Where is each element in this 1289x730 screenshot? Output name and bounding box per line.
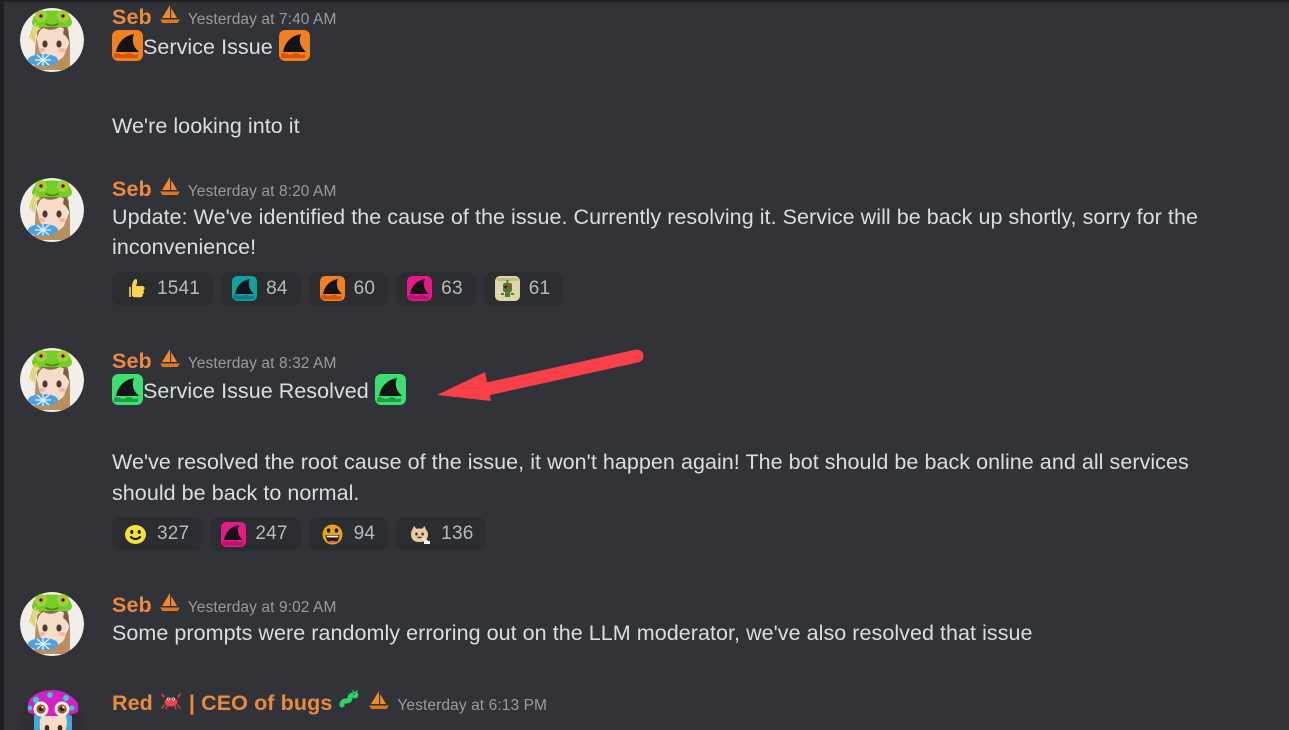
- message-service-resolved: Seb Yesterday at 8:32 AM Service Issue R…: [4, 346, 1289, 412]
- sailboat-icon: [159, 176, 181, 200]
- message-red-ceo-of-bugs: Red | CEO of bugs Yesterday at 6:13 PM: [4, 688, 1289, 730]
- reaction-count: 60: [353, 277, 376, 299]
- message-content: Service Issue Resolved: [112, 373, 1277, 407]
- message-author-suffix: | CEO of bugs: [188, 691, 333, 715]
- slight-smile-icon: [123, 522, 148, 547]
- message-header: Seb Yesterday at 9:02 AM: [112, 592, 1289, 619]
- message-header: Seb Yesterday at 7:40 AM: [112, 4, 1289, 31]
- frog-hat-anime-avatar-icon: [20, 592, 84, 656]
- frog-hat-anime-avatar-icon: [20, 348, 84, 412]
- reaction-shark-fin-teal[interactable]: 84: [221, 271, 301, 306]
- reaction-count: 136: [441, 523, 474, 545]
- message-header: Seb Yesterday at 8:20 AM: [112, 176, 1289, 203]
- message-text: We're looking into it: [112, 114, 300, 138]
- shark-fin-green-emoji: [112, 373, 143, 405]
- sailboat-icon: [159, 4, 181, 28]
- reaction-count: 247: [255, 523, 288, 545]
- message-text: Some prompts were randomly erroring out …: [112, 620, 1033, 645]
- message-content: Service Issue: [112, 29, 1277, 63]
- avatar[interactable]: [20, 8, 84, 72]
- message-timestamp: Yesterday at 9:02 AM: [187, 599, 337, 616]
- shark-fin-teal-icon: [232, 276, 258, 302]
- reaction-count: 327: [157, 523, 190, 545]
- message-timestamp: Yesterday at 8:20 AM: [187, 183, 337, 200]
- message-author[interactable]: Seb: [112, 592, 152, 619]
- thumbs-up-icon: [123, 276, 148, 301]
- message-header: Red | CEO of bugs Yesterday at 6:13 PM: [112, 690, 1289, 717]
- message-text: Service Issue: [143, 34, 273, 59]
- reaction-count: 63: [441, 277, 463, 299]
- reaction-count: 94: [353, 523, 376, 545]
- message-timestamp: Yesterday at 7:40 AM: [187, 11, 337, 28]
- avatar[interactable]: [20, 178, 84, 242]
- avatar[interactable]: [20, 690, 84, 730]
- frog-hat-anime-avatar-icon: [20, 8, 84, 72]
- message-text: Service Issue Resolved: [143, 378, 369, 403]
- message-author[interactable]: Seb: [112, 348, 152, 375]
- reaction-shark-fin-pink[interactable]: 247: [210, 517, 301, 552]
- reaction-shark-fin-orange[interactable]: 60: [308, 271, 389, 306]
- message-author[interactable]: Red: [112, 690, 153, 717]
- bug-icon: [339, 690, 361, 714]
- discord-message-list: Seb Yesterday at 7:40 AM Service Issue W…: [0, 0, 1289, 730]
- reaction-grinning-face[interactable]: 94: [308, 517, 389, 552]
- message-author[interactable]: Seb: [112, 4, 152, 31]
- grinning-face-icon: [320, 522, 345, 547]
- shark-fin-orange-icon: [319, 276, 345, 302]
- message-text: We've resolved the root cause of the iss…: [112, 450, 1189, 505]
- shark-fin-green-emoji: [374, 373, 406, 405]
- shark-fin-pink-icon: [221, 521, 247, 547]
- shark-fin-orange-emoji: [112, 29, 143, 61]
- sailboat-icon: [368, 690, 390, 714]
- sailboat-icon: [159, 348, 181, 372]
- message-update-identified: Seb Yesterday at 8:20 AM Update: We've i…: [4, 174, 1289, 308]
- crab-icon: [160, 690, 182, 714]
- avatar[interactable]: [20, 592, 84, 656]
- blue-hair-jester-hat-avatar-icon: [20, 690, 84, 730]
- reaction-shark-fin-pink[interactable]: 63: [396, 271, 476, 306]
- message-author[interactable]: Seb: [112, 176, 152, 203]
- reaction-count: 61: [528, 277, 551, 299]
- reaction-count: 1541: [157, 277, 201, 299]
- reaction-thumbs-up[interactable]: 1541: [112, 271, 214, 306]
- message-timestamp: Yesterday at 6:13 PM: [397, 697, 548, 714]
- frog-hat-anime-avatar-icon: [20, 178, 84, 242]
- shark-fin-orange-emoji: [278, 29, 310, 61]
- reactions-bar: 327 247 94 136: [112, 517, 1289, 552]
- message-timestamp: Yesterday at 8:32 AM: [187, 355, 337, 372]
- message-header: Seb Yesterday at 8:32 AM: [112, 348, 1289, 375]
- message-text: Update: We've identified the cause of th…: [112, 204, 1198, 260]
- message-root-cause: We've resolved the root cause of the iss…: [4, 445, 1289, 553]
- message-looking-into-it: We're looking into it: [4, 109, 1289, 144]
- reaction-slight-smile[interactable]: 327: [112, 517, 203, 552]
- cat-blob-icon: [407, 522, 432, 547]
- sailboat-icon: [159, 592, 181, 616]
- message-llm-moderator: Seb Yesterday at 9:02 AM Some prompts we…: [4, 590, 1289, 656]
- reaction-count: 84: [266, 277, 288, 299]
- robot-card-icon: [494, 276, 520, 302]
- reaction-cat-blob[interactable]: 136: [396, 517, 487, 552]
- avatar[interactable]: [20, 348, 84, 412]
- reactions-bar: 1541 84 60 63 61: [112, 271, 1289, 306]
- message-service-issue: Seb Yesterday at 7:40 AM Service Issue: [4, 2, 1289, 72]
- reaction-robot-card[interactable]: 61: [483, 271, 564, 306]
- shark-fin-pink-icon: [407, 276, 433, 302]
